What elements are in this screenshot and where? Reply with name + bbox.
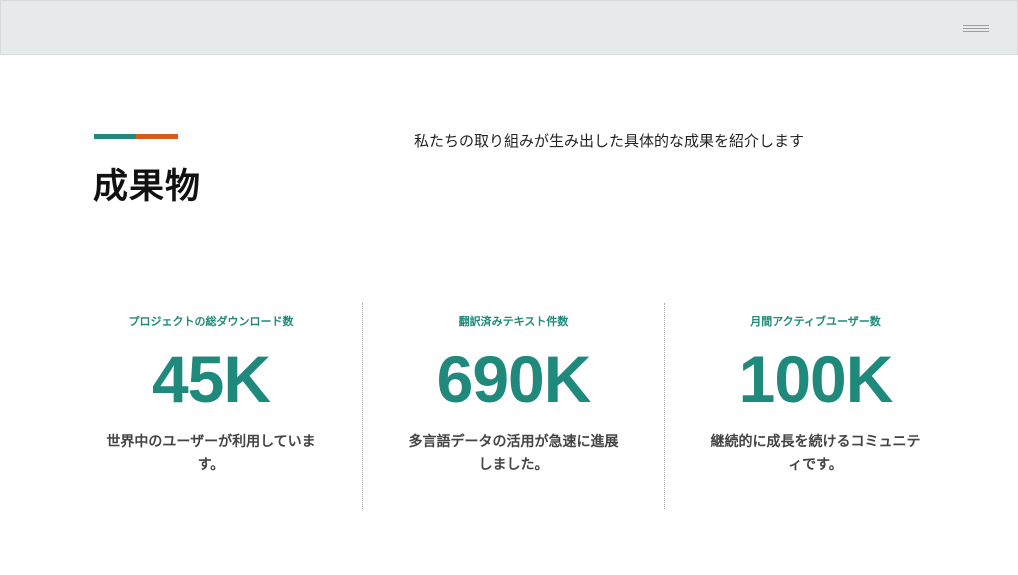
page-title: 成果物 [93, 167, 202, 207]
stat-description: 世界中のユーザーが利用しています。 [106, 434, 316, 473]
top-bar [0, 0, 1018, 55]
stat-description: 継続的に成長を続けるコミュニティです。 [710, 434, 921, 473]
stat-card-downloads: プロジェクトの総ダウンロード数 45K 世界中のユーザーが利用しています。 [60, 303, 362, 509]
stat-card-active-users: 月間アクティブユーザー数 100K 継続的に成長を続けるコミュニティです。 [664, 303, 966, 509]
accent-teal-segment [94, 134, 136, 139]
stat-value: 45K [151, 342, 271, 416]
stat-label: 翻訳済みテキスト件数 [458, 315, 569, 328]
title-accent-bar [94, 134, 178, 139]
stats-row: プロジェクトの総ダウンロード数 45K 世界中のユーザーが利用しています。 翻訳… [60, 303, 966, 509]
stat-description: 多言語データの活用が急速に進展しました。 [408, 434, 619, 473]
stat-label: プロジェクトの総ダウンロード数 [128, 315, 294, 328]
page-subtitle: 私たちの取り組みが生み出した具体的な成果を紹介します [414, 132, 805, 150]
hamburger-menu-icon[interactable] [963, 25, 989, 35]
stat-card-translations: 翻訳済みテキスト件数 690K 多言語データの活用が急速に進展しました。 [362, 303, 664, 509]
accent-orange-segment [136, 134, 178, 139]
stat-value: 690K [436, 342, 592, 416]
stat-value: 100K [738, 342, 894, 416]
stat-label: 月間アクティブユーザー数 [750, 315, 881, 328]
